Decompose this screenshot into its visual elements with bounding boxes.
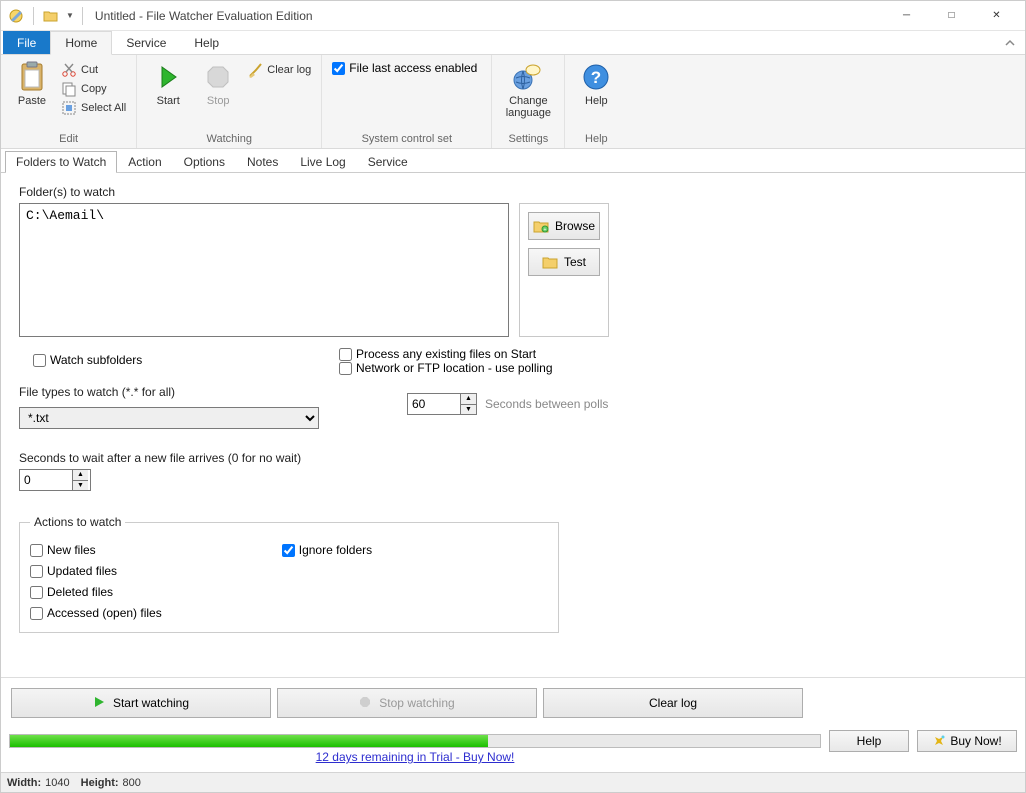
svg-text:+: + bbox=[544, 227, 547, 233]
spin-down[interactable]: ▼ bbox=[461, 405, 476, 415]
start-button[interactable]: Start bbox=[143, 57, 193, 107]
sparkle-icon bbox=[932, 734, 946, 748]
titlebar: ▼ Untitled - File Watcher Evaluation Edi… bbox=[1, 1, 1025, 31]
cut-icon bbox=[61, 62, 77, 78]
paste-button[interactable]: Paste bbox=[7, 57, 57, 107]
globe-icon bbox=[512, 61, 544, 93]
select-all-icon bbox=[61, 100, 77, 116]
stop-watching-button[interactable]: Stop watching bbox=[277, 688, 537, 718]
subtab-options[interactable]: Options bbox=[173, 151, 236, 172]
subtab-livelog[interactable]: Live Log bbox=[289, 151, 356, 172]
browse-button[interactable]: + Browse bbox=[528, 212, 600, 240]
open-icon[interactable] bbox=[42, 7, 60, 25]
stop-icon bbox=[359, 696, 373, 710]
deleted-files-checkbox[interactable]: Deleted files bbox=[30, 585, 162, 599]
subtab-folders[interactable]: Folders to Watch bbox=[5, 151, 117, 172]
filetypes-label: File types to watch (*.* for all) bbox=[19, 385, 309, 399]
paste-icon bbox=[16, 61, 48, 93]
ribbon: Paste Cut Copy Select All Edit bbox=[1, 55, 1025, 149]
buy-now-button[interactable]: Buy Now! bbox=[917, 730, 1017, 752]
action-bar: Start watching Stop watching Clear log bbox=[1, 677, 1025, 728]
copy-button[interactable]: Copy bbox=[57, 80, 130, 98]
actions-fieldset: Actions to watch New files Updated files… bbox=[19, 515, 559, 633]
maximize-button[interactable]: □ bbox=[929, 2, 974, 30]
network-polling-checkbox[interactable]: Network or FTP location - use polling bbox=[339, 361, 608, 375]
help-button[interactable]: ? Help bbox=[571, 57, 621, 107]
trial-progress bbox=[9, 734, 821, 748]
file-last-access-checkbox[interactable]: File last access enabled bbox=[328, 57, 485, 75]
clear-log-button[interactable]: Clear log bbox=[243, 61, 315, 79]
app-icon bbox=[7, 7, 25, 25]
poll-seconds-input[interactable]: ▲▼ bbox=[407, 393, 477, 415]
folders-label: Folder(s) to watch bbox=[19, 185, 1007, 199]
trial-row: 12 days remaining in Trial - Buy Now! He… bbox=[1, 728, 1025, 754]
folder-icon: + bbox=[533, 219, 549, 233]
wait-seconds-input[interactable]: ▲▼ bbox=[19, 469, 91, 491]
tab-home[interactable]: Home bbox=[50, 31, 112, 55]
cut-button[interactable]: Cut bbox=[57, 61, 130, 79]
ribbon-tabs: File Home Service Help bbox=[1, 31, 1025, 55]
ignore-folders-checkbox[interactable]: Ignore folders bbox=[282, 543, 372, 557]
ribbon-collapse-button[interactable] bbox=[995, 31, 1025, 54]
new-files-checkbox[interactable]: New files bbox=[30, 543, 162, 557]
clear-log-bottom-button[interactable]: Clear log bbox=[543, 688, 803, 718]
qat-dropdown[interactable]: ▼ bbox=[66, 11, 74, 20]
accessed-files-checkbox[interactable]: Accessed (open) files bbox=[30, 606, 162, 620]
ribbon-group-edit: Paste Cut Copy Select All Edit bbox=[1, 55, 137, 148]
close-button[interactable]: ✕ bbox=[974, 2, 1019, 30]
broom-icon bbox=[247, 62, 263, 78]
stop-button[interactable]: Stop bbox=[193, 57, 243, 107]
subtab-notes[interactable]: Notes bbox=[236, 151, 289, 172]
ribbon-group-help: ? Help Help bbox=[565, 55, 627, 148]
ribbon-group-settings: Change language Settings bbox=[492, 55, 565, 148]
content-panel: Folder(s) to watch C:\Aemail\ + Browse T… bbox=[1, 173, 1025, 677]
folders-input[interactable]: C:\Aemail\ bbox=[19, 203, 509, 337]
window-title: Untitled - File Watcher Evaluation Editi… bbox=[95, 9, 313, 23]
statusbar: Width: 1040 Height: 800 bbox=[1, 772, 1025, 792]
play-icon bbox=[152, 61, 184, 93]
trial-link[interactable]: 12 days remaining in Trial - Buy Now! bbox=[9, 750, 821, 764]
start-watching-button[interactable]: Start watching bbox=[11, 688, 271, 718]
svg-text:?: ? bbox=[591, 68, 601, 87]
change-language-button[interactable]: Change language bbox=[498, 57, 558, 119]
ribbon-group-system: File last access enabled System control … bbox=[322, 55, 492, 148]
folder-side-buttons: + Browse Test bbox=[519, 203, 609, 337]
filetypes-select[interactable]: *.txt bbox=[19, 407, 319, 429]
stop-icon bbox=[202, 61, 234, 93]
folder-icon bbox=[542, 255, 558, 269]
wait-label: Seconds to wait after a new file arrives… bbox=[19, 451, 309, 465]
watch-subfolders-checkbox[interactable]: Watch subfolders bbox=[33, 353, 309, 367]
help-icon: ? bbox=[580, 61, 612, 93]
copy-icon bbox=[61, 81, 77, 97]
spin-up[interactable]: ▲ bbox=[461, 394, 476, 405]
subtab-action[interactable]: Action bbox=[117, 151, 172, 172]
play-icon bbox=[93, 696, 107, 710]
help-bottom-button[interactable]: Help bbox=[829, 730, 909, 752]
tab-file[interactable]: File bbox=[3, 31, 50, 54]
tab-help[interactable]: Help bbox=[180, 31, 233, 54]
process-existing-checkbox[interactable]: Process any existing files on Start bbox=[339, 347, 608, 361]
subtab-row: Folders to Watch Action Options Notes Li… bbox=[1, 149, 1025, 173]
spin-down[interactable]: ▼ bbox=[73, 481, 88, 491]
poll-seconds-label: Seconds between polls bbox=[485, 397, 608, 411]
test-button[interactable]: Test bbox=[528, 248, 600, 276]
minimize-button[interactable]: ─ bbox=[884, 2, 929, 30]
updated-files-checkbox[interactable]: Updated files bbox=[30, 564, 162, 578]
select-all-button[interactable]: Select All bbox=[57, 99, 130, 117]
subtab-service[interactable]: Service bbox=[357, 151, 419, 172]
spin-up[interactable]: ▲ bbox=[73, 470, 88, 481]
tab-service[interactable]: Service bbox=[112, 31, 180, 54]
ribbon-group-watching: Start Stop Clear log Watching bbox=[137, 55, 322, 148]
